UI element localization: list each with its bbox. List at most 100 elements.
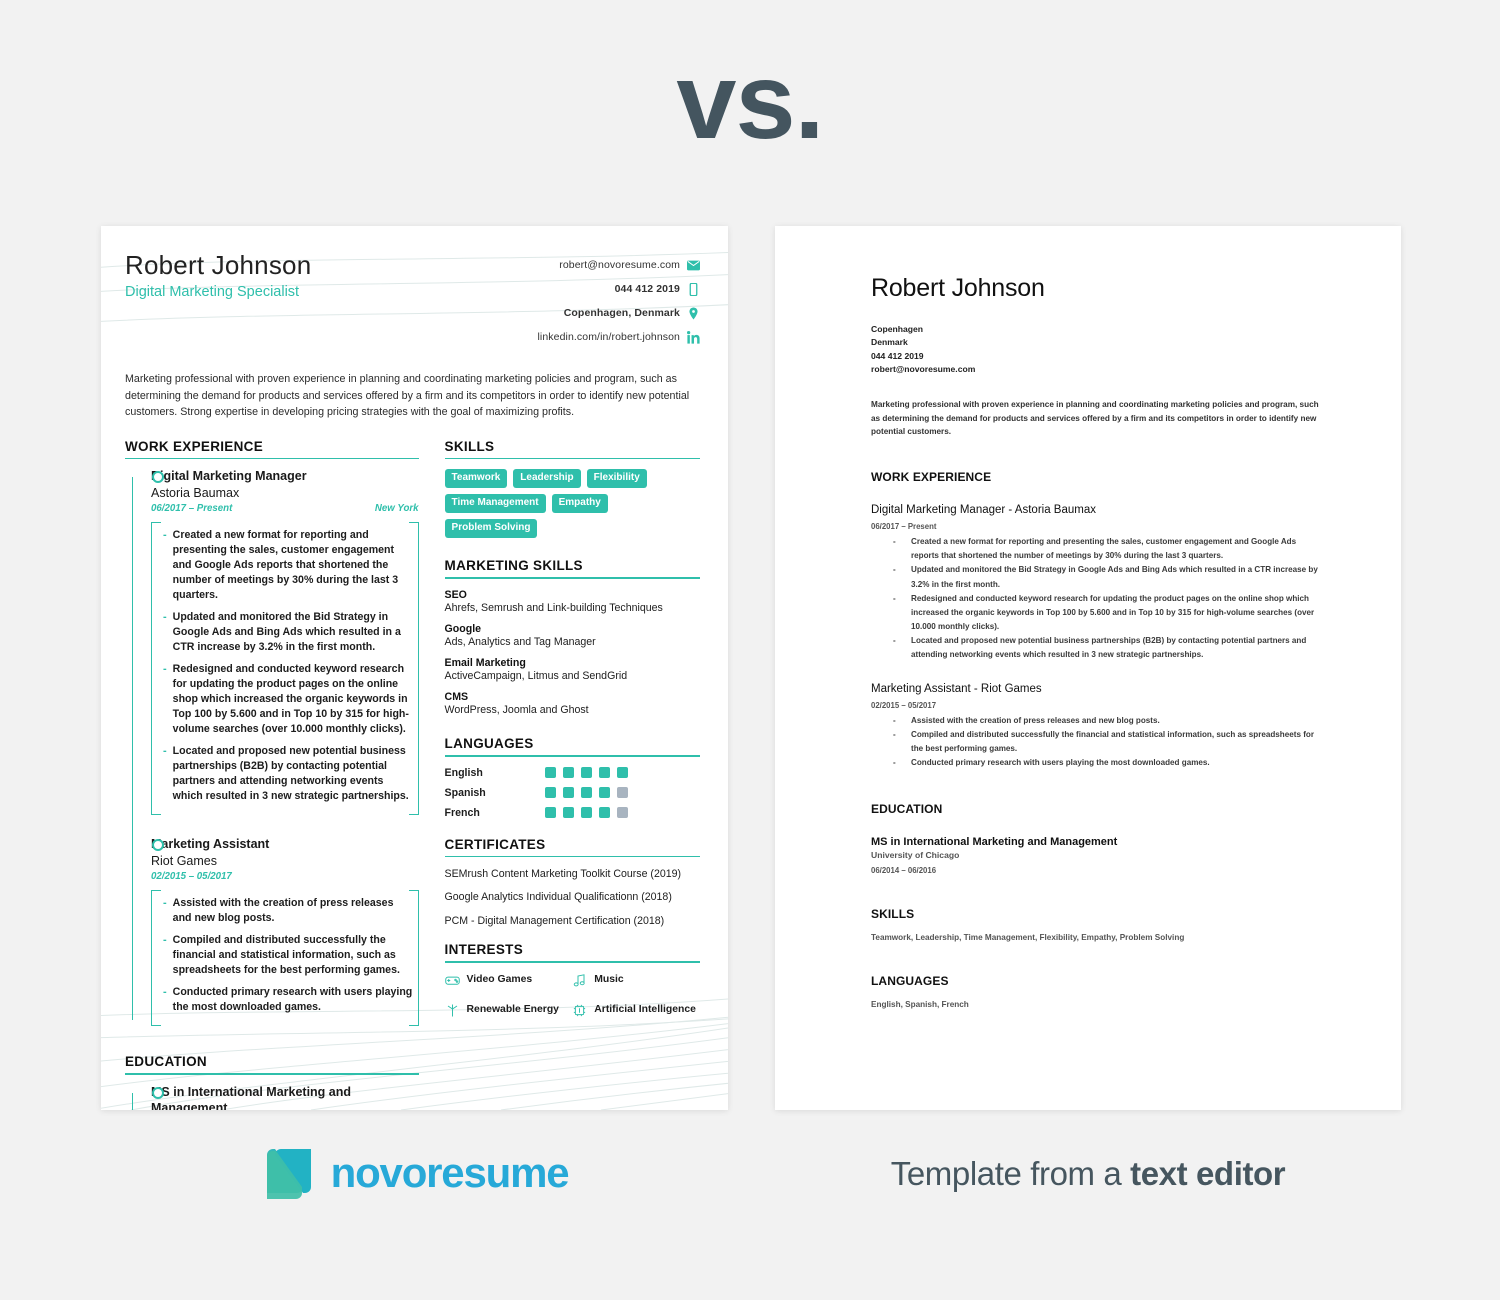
language-name: English	[444, 766, 483, 779]
timeline-dot-icon	[152, 1086, 164, 1099]
bullet-item: - Conducted primary research with users …	[163, 985, 413, 1015]
interests-list: Video Games Music Renewable Energy Artif…	[444, 973, 700, 1033]
section-divider	[444, 577, 700, 579]
plain-bullet-item: - Updated and monitored the Bid Strategy…	[871, 563, 1326, 591]
plain-job-date: 02/2015 – 05/2017	[871, 700, 937, 710]
novoresume-resume-card: Robert Johnson Digital Marketing Special…	[101, 226, 728, 1110]
certificate-item: PCM - Digital Management Certification (…	[444, 914, 665, 927]
section-divider	[444, 961, 700, 963]
plain-bullet-text: Created a new format for reporting and p…	[911, 537, 1297, 561]
bullet-dash-icon: -	[163, 528, 167, 541]
page-title: vs.	[676, 40, 824, 161]
language-row: Spanish	[445, 787, 700, 799]
plain-bullet-item: - Created a new format for reporting and…	[871, 535, 1326, 563]
email-icon	[687, 259, 700, 272]
contact-phone: 044 412 2019	[538, 277, 701, 301]
plain-bullet-text: Compiled and distributed successfully th…	[911, 729, 1314, 753]
job-date: 06/2017 – Present	[151, 502, 233, 514]
novoresume-brand-footer: novoresume	[101, 1145, 728, 1201]
marketing-skill-desc: ActiveCampaign, Litmus and SendGrid	[444, 669, 628, 682]
resume-right-column: SKILLS Teamwork Leadership Flexibility T…	[444, 438, 700, 1110]
candidate-role: Digital Marketing Specialist	[125, 284, 300, 300]
bullet-dash-icon: -	[893, 715, 896, 725]
section-work-experience-header: WORK EXPERIENCE	[125, 439, 419, 460]
bullet-dash-icon: -	[893, 537, 896, 547]
language-name: Spanish	[444, 786, 486, 799]
interest-item: Artificial Intelligence	[572, 1003, 700, 1023]
contact-location: Copenhagen, Denmark	[538, 301, 701, 325]
plain-bullet-item: - Redesigned and conducted keyword resea…	[871, 592, 1326, 634]
language-level-meter	[544, 787, 628, 799]
plain-education-title: EDUCATION	[871, 802, 943, 817]
marketing-skills-title: MARKETING SKILLS	[444, 558, 583, 574]
bullet-item: - Redesigned and conducted keyword resea…	[163, 662, 413, 737]
contact-linkedin-text: linkedin.com/in/robert.johnson	[537, 331, 680, 343]
plain-job-bullets: - Assisted with the creation of press re…	[871, 714, 1326, 771]
skill-pill: Leadership	[513, 469, 581, 489]
plain-education-degree: MS in International Marketing and Manage…	[871, 836, 1118, 849]
job-entry: Marketing Assistant Riot Games 02/2015 –…	[151, 837, 419, 1027]
bullet-text: Conducted primary research with users pl…	[172, 986, 413, 1014]
bullet-text: Compiled and distributed successfully th…	[172, 934, 400, 977]
bullet-dash-icon: -	[893, 565, 896, 575]
novoresume-wordmark: novoresume	[330, 1149, 570, 1196]
job-title: Marketing Assistant	[151, 837, 270, 852]
language-level-meter	[544, 767, 628, 779]
job-bullets: - Assisted with the creation of press re…	[151, 890, 419, 1027]
marketing-skill-name: CMS	[444, 690, 469, 703]
job-date: 02/2015 – 05/2017	[151, 871, 232, 883]
section-divider	[125, 457, 419, 460]
bullet-text: Redesigned and conducted keyword researc…	[172, 663, 409, 736]
bullet-dash-icon: -	[893, 757, 896, 767]
certificates-list: SEMrush Content Marketing Toolkit Course…	[445, 867, 700, 928]
section-education-header: EDUCATION	[125, 1054, 419, 1075]
section-divider	[444, 457, 700, 460]
plain-bullet-text: Conducted primary research with users pl…	[911, 757, 1210, 767]
contact-location-text: Copenhagen, Denmark	[563, 307, 680, 319]
plain-languages-title: LANGUAGES	[871, 974, 949, 989]
plain-job-entry: Digital Marketing Manager - Astoria Baum…	[871, 504, 1326, 662]
bullet-item: - Assisted with the creation of press re…	[163, 896, 413, 926]
section-languages-header: LANGUAGES	[444, 736, 700, 757]
plain-job-entry: Marketing Assistant - Riot Games 02/2015…	[871, 683, 1326, 771]
plain-summary: Marketing professional with proven exper…	[871, 400, 1319, 436]
gamepad-icon	[444, 973, 460, 993]
contact-linkedin: linkedin.com/in/robert.johnson	[538, 325, 701, 349]
section-divider	[125, 1073, 419, 1075]
resume-left-column: WORK EXPERIENCE Digital Marketing Manage…	[125, 439, 419, 1110]
text-editor-footer-caption: Template from a text editor	[775, 1155, 1401, 1193]
job-meta: 02/2015 – 05/2017	[151, 871, 419, 882]
education-timeline: MS in International Marketing and Manage…	[125, 1085, 419, 1110]
bullet-item: - Compiled and distributed successfully …	[163, 933, 413, 978]
bullet-dash-icon: -	[893, 593, 896, 603]
interest-item: Music	[572, 973, 700, 993]
phone-icon	[687, 282, 700, 296]
job-title: Digital Marketing Manager	[151, 469, 307, 484]
contact-email-text: robert@novoresume.com	[559, 259, 680, 271]
plain-bullet-item: - Compiled and distributed successfully …	[871, 728, 1326, 756]
work-timeline: Digital Marketing Manager Astoria Baumax…	[125, 469, 419, 1027]
comparison-page: vs. Robert Johnson Digital Marketing Spe…	[0, 0, 1500, 1300]
marketing-skill-item: Email Marketing ActiveCampaign, Litmus a…	[445, 657, 700, 682]
section-interests-header: INTERESTS	[444, 942, 700, 963]
plain-skills-line: Teamwork, Leadership, Time Management, F…	[871, 933, 1185, 943]
education-degree: MS in International Marketing and Manage…	[151, 1084, 352, 1110]
interest-item: Renewable Energy	[445, 1003, 573, 1023]
plain-contact-line: 044 412 2019	[871, 350, 924, 361]
plain-bullet-item: - Conducted primary research with users …	[871, 756, 1326, 770]
bullet-text: Created a new format for reporting and p…	[172, 528, 399, 602]
plain-bullet-item: - Located and proposed new potential bus…	[871, 634, 1326, 662]
education-entry: MS in International Marketing and Manage…	[151, 1085, 419, 1110]
marketing-skills-list: SEO Ahrefs, Semrush and Link-building Te…	[445, 589, 700, 716]
interest-label: Music	[594, 973, 624, 985]
plain-skills-title: SKILLS	[871, 907, 915, 922]
skill-pill: Flexibility	[586, 469, 647, 489]
bullet-dash-icon: -	[163, 611, 167, 624]
section-certificates-header: CERTIFICATES	[444, 837, 700, 858]
job-location: New York	[374, 502, 419, 514]
certificate-item: Google Analytics Individual Qualificatio…	[444, 891, 672, 904]
skills-title: SKILLS	[444, 438, 495, 454]
text-editor-resume-card: Robert Johnson Copenhagen Denmark 044 41…	[775, 226, 1401, 1110]
plain-bullet-text: Redesigned and conducted keyword researc…	[911, 593, 1315, 632]
bullet-dash-icon: -	[163, 663, 167, 676]
